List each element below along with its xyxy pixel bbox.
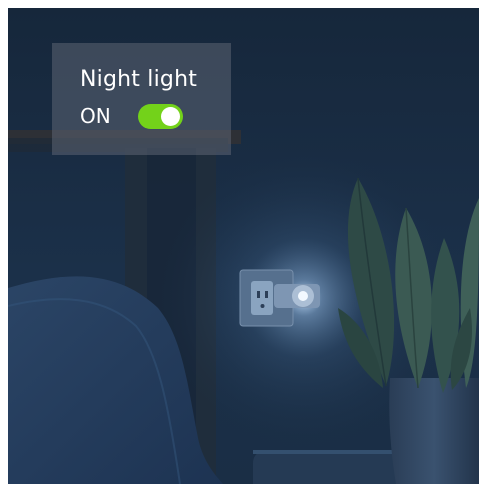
night-light-toggle[interactable] xyxy=(138,103,183,129)
night-light-card: Night light ON xyxy=(8,8,479,484)
toggle-knob-icon xyxy=(161,106,180,126)
toggle-state-label: ON xyxy=(80,104,111,128)
night-light-control-row: ON xyxy=(80,103,231,129)
night-light-panel: Night light ON xyxy=(52,43,231,155)
night-light-title: Night light xyxy=(80,67,198,92)
